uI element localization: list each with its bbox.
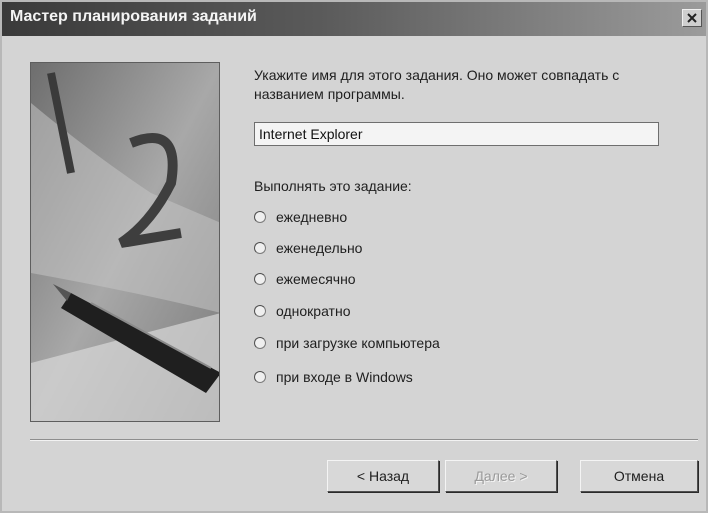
task-name-prompt: Укажите имя для этого задания. Оно может… [254, 67, 620, 102]
button-area-divider [30, 439, 698, 441]
next-button[interactable]: Далее > [445, 460, 557, 492]
radio-label: при загрузке компьютера [276, 335, 440, 351]
radio-weekly[interactable]: еженедельно [254, 237, 362, 259]
scheduled-task-wizard-dialog: Мастер планирования заданий Укажите имя … [0, 0, 708, 513]
radio-label: однократно [276, 303, 351, 319]
wizard-illustration [30, 62, 220, 422]
cancel-button[interactable]: Отмена [580, 460, 698, 492]
radio-label: ежемесячно [276, 271, 356, 287]
radio-at-logon[interactable]: при входе в Windows [254, 366, 413, 388]
close-icon [687, 13, 697, 23]
radio-button[interactable] [254, 273, 266, 285]
back-button[interactable]: < Назад [327, 460, 439, 492]
radio-button[interactable] [254, 211, 266, 223]
schedule-label: Выполнять это задание: [254, 178, 412, 194]
task-name-input[interactable] [254, 122, 659, 146]
close-button[interactable] [682, 9, 702, 27]
window-title: Мастер планирования заданий [10, 8, 257, 25]
radio-label: ежедневно [276, 209, 348, 225]
radio-once[interactable]: однократно [254, 300, 350, 322]
radio-button[interactable] [254, 242, 266, 254]
radio-at-startup[interactable]: при загрузке компьютера [254, 332, 440, 354]
radio-button[interactable] [254, 337, 266, 349]
radio-button[interactable] [254, 305, 266, 317]
title-bar[interactable]: Мастер планирования заданий [2, 2, 706, 36]
radio-monthly[interactable]: ежемесячно [254, 268, 356, 290]
radio-label: еженедельно [276, 240, 363, 256]
radio-label: при входе в Windows [276, 369, 413, 385]
radio-daily[interactable]: ежедневно [254, 206, 347, 228]
radio-button[interactable] [254, 371, 266, 383]
